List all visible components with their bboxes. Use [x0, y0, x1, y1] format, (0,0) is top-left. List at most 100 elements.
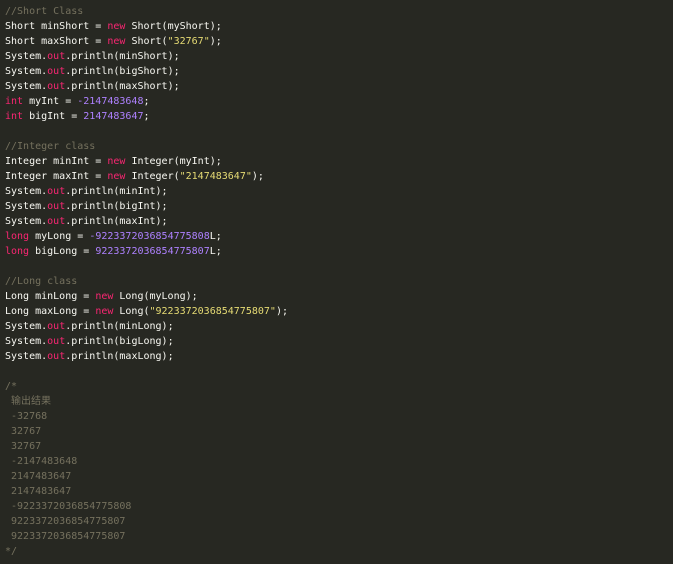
code-token: .println(minLong);	[65, 321, 174, 332]
code-line[interactable]: System.out.println(minInt);	[5, 184, 673, 199]
code-line[interactable]	[5, 259, 673, 274]
code-token: .println(maxShort);	[65, 81, 180, 92]
code-token: Long maxLong =	[5, 306, 96, 317]
code-line[interactable]: 输出结果	[5, 394, 673, 409]
code-token: System.	[5, 321, 48, 332]
code-line[interactable]: 32767	[5, 424, 673, 439]
keyword-token: long	[5, 231, 30, 242]
keyword-token: long	[5, 246, 30, 257]
keyword-token: new	[107, 21, 126, 32]
string-token: "9223372036854775807"	[149, 306, 276, 317]
code-token: );	[275, 306, 288, 317]
code-line[interactable]: System.out.println(bigInt);	[5, 199, 673, 214]
code-line[interactable]: Short minShort = new Short(myShort);	[5, 19, 673, 34]
code-line[interactable]: Short maxShort = new Short("32767");	[5, 34, 673, 49]
code-token: .println(minInt);	[65, 186, 168, 197]
keyword-token: int	[5, 111, 24, 122]
code-token: Short(myShort);	[125, 21, 222, 32]
string-token: "32767"	[167, 36, 210, 47]
comment-token: -9223372036854775808	[5, 501, 132, 512]
code-token: System.	[5, 201, 48, 212]
number-token: -9223372036854775808	[89, 231, 210, 242]
code-token: .println(bigLong);	[65, 336, 174, 347]
code-line[interactable]: Long minLong = new Long(myLong);	[5, 289, 673, 304]
code-token: bigLong =	[29, 246, 96, 257]
keyword-token: new	[95, 306, 114, 317]
comment-token: 32767	[5, 441, 42, 452]
code-line[interactable]: System.out.println(maxShort);	[5, 79, 673, 94]
code-token: .println(maxLong);	[65, 351, 174, 362]
field-token: out	[47, 321, 66, 332]
code-line[interactable]: 2147483647	[5, 469, 673, 484]
comment-token: */	[5, 546, 18, 557]
code-token: System.	[5, 336, 48, 347]
field-token: out	[47, 81, 66, 92]
string-token: "2147483647"	[179, 171, 252, 182]
code-line[interactable]: */	[5, 544, 673, 559]
number-token: 9223372036854775807	[95, 246, 210, 257]
code-line[interactable]: 9223372036854775807	[5, 514, 673, 529]
code-line[interactable]: System.out.println(bigLong);	[5, 334, 673, 349]
code-token: Integer(myInt);	[125, 156, 222, 167]
code-line[interactable]: Integer minInt = new Integer(myInt);	[5, 154, 673, 169]
code-line[interactable]: //Short Class	[5, 4, 673, 19]
code-line[interactable]: System.out.println(maxLong);	[5, 349, 673, 364]
code-line[interactable]: System.out.println(minLong);	[5, 319, 673, 334]
code-line[interactable]: 32767	[5, 439, 673, 454]
code-token: myLong =	[29, 231, 90, 242]
code-token: System.	[5, 66, 48, 77]
code-token: .println(bigInt);	[65, 201, 168, 212]
number-token: 2147483647	[83, 111, 144, 122]
code-token: .println(maxInt);	[65, 216, 168, 227]
code-line[interactable]: int myInt = -2147483648;	[5, 94, 673, 109]
code-line[interactable]: 2147483647	[5, 484, 673, 499]
comment-token: -2147483648	[5, 456, 78, 467]
keyword-token: int	[5, 96, 24, 107]
code-line[interactable]: System.out.println(minShort);	[5, 49, 673, 64]
code-line[interactable]: long bigLong = 9223372036854775807L;	[5, 244, 673, 259]
comment-token: -32768	[5, 411, 48, 422]
comment-token: 9223372036854775807	[5, 516, 126, 527]
code-token: System.	[5, 351, 48, 362]
code-line[interactable]	[5, 364, 673, 379]
code-token: Long(	[113, 306, 150, 317]
code-line[interactable]: 9223372036854775807	[5, 529, 673, 544]
code-line[interactable]: System.out.println(maxInt);	[5, 214, 673, 229]
code-token: System.	[5, 51, 48, 62]
field-token: out	[47, 201, 66, 212]
code-token: myInt =	[23, 96, 78, 107]
code-token: bigInt =	[23, 111, 84, 122]
comment-token: 32767	[5, 426, 42, 437]
number-token: -2147483648	[77, 96, 144, 107]
code-token: L;	[209, 231, 222, 242]
field-token: out	[47, 216, 66, 227]
comment-token: 输出结果	[5, 396, 52, 407]
code-line[interactable]: System.out.println(bigShort);	[5, 64, 673, 79]
comment-token: //Short Class	[5, 6, 84, 17]
code-line[interactable]: /*	[5, 379, 673, 394]
code-line[interactable]: -2147483648	[5, 454, 673, 469]
code-token: );	[209, 36, 222, 47]
code-token: System.	[5, 216, 48, 227]
comment-token: //Integer class	[5, 141, 96, 152]
code-line[interactable]: -32768	[5, 409, 673, 424]
code-token: Integer(	[125, 171, 180, 182]
code-line[interactable]: //Integer class	[5, 139, 673, 154]
code-token: Long minLong =	[5, 291, 96, 302]
code-line[interactable]: int bigInt = 2147483647;	[5, 109, 673, 124]
code-line[interactable]: Integer maxInt = new Integer("2147483647…	[5, 169, 673, 184]
code-token: ;	[143, 96, 150, 107]
code-editor[interactable]: //Short Class Short minShort = new Short(…	[0, 0, 673, 564]
code-line[interactable]: //Long class	[5, 274, 673, 289]
code-line[interactable]: -9223372036854775808	[5, 499, 673, 514]
code-token: );	[251, 171, 264, 182]
code-token: System.	[5, 186, 48, 197]
code-token: Short(	[125, 36, 168, 47]
code-token: Integer minInt =	[5, 156, 108, 167]
code-line[interactable]	[5, 124, 673, 139]
code-line[interactable]: Long maxLong = new Long("922337203685477…	[5, 304, 673, 319]
code-token: System.	[5, 81, 48, 92]
code-line[interactable]: long myLong = -9223372036854775808L;	[5, 229, 673, 244]
code-token: Short minShort =	[5, 21, 108, 32]
keyword-token: new	[107, 156, 126, 167]
